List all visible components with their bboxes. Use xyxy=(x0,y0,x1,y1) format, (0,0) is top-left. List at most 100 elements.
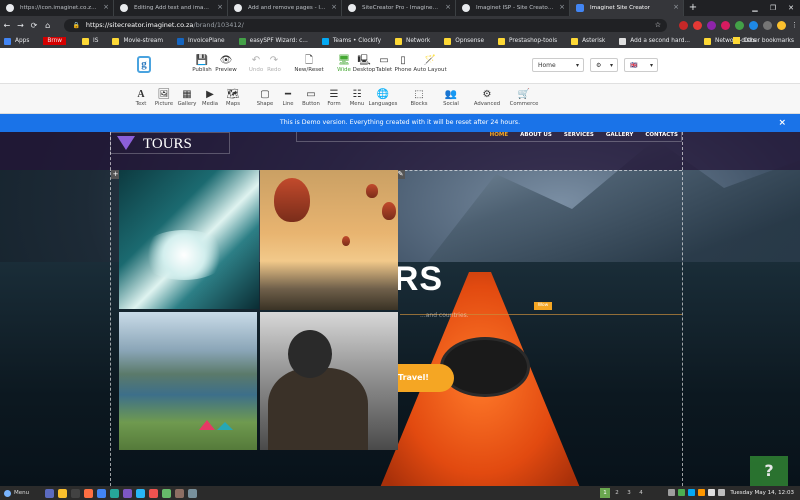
widget-menu[interactable]: ☷ Menu xyxy=(344,89,370,107)
close-tab-icon[interactable]: × xyxy=(559,3,565,11)
widget-blocks[interactable]: ⬚ Blocks xyxy=(406,89,432,107)
workspace-3[interactable]: 3 xyxy=(624,488,634,498)
bookmark-item[interactable]: IS xyxy=(82,37,98,45)
close-tab-icon[interactable]: × xyxy=(103,3,109,11)
extension-icon[interactable] xyxy=(735,20,745,30)
clock[interactable]: Tuesday May 14, 12:03 xyxy=(730,486,794,500)
site-menu[interactable]: HOME ABOUT US SERVICES GALLERY CONTACTS xyxy=(296,132,682,140)
firefox-icon[interactable] xyxy=(84,488,94,498)
menu-item-about[interactable]: ABOUT US xyxy=(520,132,552,140)
bookmark-item[interactable]: Network xyxy=(395,37,430,45)
bookmark-item[interactable]: easySPF Wizard: c... xyxy=(238,37,308,45)
menu-item-services[interactable]: SERVICES xyxy=(564,132,594,140)
maximize-icon[interactable]: ❐ xyxy=(764,0,782,16)
bookmark-item[interactable]: Add a second hard... xyxy=(619,37,690,45)
help-button[interactable]: ? xyxy=(750,456,788,486)
browser-tab-active[interactable]: Imaginet Site Creator × xyxy=(570,0,684,16)
workspace-4[interactable]: 4 xyxy=(636,488,646,498)
close-tab-icon[interactable]: × xyxy=(673,3,679,11)
menu-item-contacts[interactable]: CONTACTS xyxy=(645,132,678,140)
profile-avatar-icon[interactable] xyxy=(777,20,787,30)
extension-icon[interactable] xyxy=(763,20,773,30)
home-icon[interactable]: ⌂ xyxy=(41,21,55,30)
gallery-image-lake[interactable] xyxy=(119,312,257,450)
widget-social[interactable]: 👥 Social xyxy=(438,89,464,107)
reload-icon[interactable]: ⟳ xyxy=(27,21,41,30)
network-icon[interactable] xyxy=(708,489,715,496)
phone-view-button[interactable]: ▯ Phone xyxy=(391,55,415,73)
menu-item-gallery[interactable]: GALLERY xyxy=(606,132,633,140)
language-dropdown[interactable]: 🇬🇧 ▾ xyxy=(624,58,658,72)
minimize-icon[interactable]: ▁ xyxy=(746,0,764,16)
app-icon[interactable] xyxy=(175,488,185,498)
widget-advanced[interactable]: ⚙ Advanced xyxy=(472,89,502,107)
publish-button[interactable]: 💾 Publish xyxy=(190,55,214,73)
tray-icon[interactable] xyxy=(698,489,705,496)
close-banner-icon[interactable]: × xyxy=(778,114,786,132)
element-badge[interactable]: Wow xyxy=(534,302,552,310)
browser-tab[interactable]: Add and remove pages - Imagin... × xyxy=(228,0,342,16)
page-select[interactable]: Home ▾ xyxy=(532,58,584,72)
browser-tab[interactable]: Editing Add text and image - I... × xyxy=(114,0,228,16)
widget-languages[interactable]: 🌐 Languages xyxy=(368,89,398,107)
files-icon[interactable] xyxy=(58,488,68,498)
bookmark-item[interactable]: Asterisk xyxy=(571,37,605,45)
extension-icon[interactable] xyxy=(693,20,703,30)
settings-dropdown[interactable]: ⚙ ▾ xyxy=(590,58,618,72)
bookmark-item[interactable]: Movie-stream xyxy=(112,37,163,45)
gallery-image-hiker[interactable] xyxy=(260,312,398,450)
bookmark-item[interactable]: InvoicePlane xyxy=(177,37,225,45)
app-icon[interactable] xyxy=(162,488,172,498)
tray-icon[interactable] xyxy=(678,489,685,496)
site-logo[interactable]: TOURS xyxy=(110,132,230,154)
workspace-1[interactable]: 1 xyxy=(600,488,610,498)
volume-icon[interactable] xyxy=(718,489,725,496)
extension-icon[interactable] xyxy=(707,20,717,30)
widget-maps[interactable]: 🗺 Maps xyxy=(220,89,246,107)
bookmark-item[interactable]: Prestashop-tools xyxy=(498,37,557,45)
close-tab-icon[interactable]: × xyxy=(217,3,223,11)
app-icon[interactable] xyxy=(123,488,133,498)
tray-icon[interactable] xyxy=(668,489,675,496)
extension-icon[interactable] xyxy=(749,20,759,30)
redo-button[interactable]: ↷ Redo xyxy=(262,55,286,73)
new-tab-button[interactable]: + xyxy=(684,0,702,16)
app-icon[interactable] xyxy=(188,488,198,498)
workspace-2[interactable]: 2 xyxy=(612,488,622,498)
browser-menu-icon[interactable]: ⋮ xyxy=(791,21,800,30)
gallery-image-waves[interactable] xyxy=(119,170,259,309)
extension-icon[interactable] xyxy=(679,20,689,30)
forward-icon[interactable]: → xyxy=(14,21,28,30)
tray-icon[interactable] xyxy=(688,489,695,496)
app-icon[interactable] xyxy=(136,488,146,498)
sitecreator-logo[interactable]: g xyxy=(137,56,151,73)
bookmark-item[interactable]: Brnw xyxy=(43,37,67,45)
other-bookmarks[interactable]: Other bookmarks xyxy=(732,37,794,44)
site-canvas[interactable]: TOURS HOME ABOUT US SERVICES GALLERY CON… xyxy=(0,132,800,486)
app-icon[interactable] xyxy=(110,488,120,498)
browser-tab[interactable]: Imaginet ISP - Site Creator Ho... × xyxy=(456,0,570,16)
extension-icon[interactable] xyxy=(721,20,731,30)
widget-commerce[interactable]: 🛒 Commerce xyxy=(509,89,539,107)
new-reset-button[interactable]: 🗋 New/Reset xyxy=(294,55,324,73)
bookmark-item[interactable]: Apps xyxy=(4,37,29,45)
terminal-icon[interactable] xyxy=(71,488,81,498)
preview-button[interactable]: 👁 Preview xyxy=(214,55,238,73)
chrome-icon[interactable] xyxy=(97,488,107,498)
back-icon[interactable]: ← xyxy=(0,21,14,30)
bookmark-star-icon[interactable]: ☆ xyxy=(655,21,661,29)
close-window-icon[interactable]: ✕ xyxy=(782,0,800,16)
desktop-icon[interactable] xyxy=(45,488,55,498)
gallery-image-balloons[interactable] xyxy=(260,170,398,310)
close-tab-icon[interactable]: × xyxy=(445,3,451,11)
start-menu-button[interactable]: Menu xyxy=(0,489,35,497)
bookmark-item[interactable]: Teams • Clockify xyxy=(321,37,381,45)
auto-layout-button[interactable]: 🪄 Auto Layout xyxy=(413,55,447,73)
address-bar[interactable]: 🔒 https://sitecreator.imaginet.co.za/bra… xyxy=(64,18,668,32)
hero-subtitle[interactable]: ...and countries. xyxy=(420,312,469,319)
menu-item-home[interactable]: HOME xyxy=(490,132,509,140)
app-icon[interactable] xyxy=(149,488,159,498)
browser-tab[interactable]: https://icon.imaginet.co.za/c... × xyxy=(0,0,114,16)
browser-tab[interactable]: SiteCreator Pro - Imaginet FAQ × xyxy=(342,0,456,16)
bookmark-item[interactable]: Opnsense xyxy=(444,37,484,45)
